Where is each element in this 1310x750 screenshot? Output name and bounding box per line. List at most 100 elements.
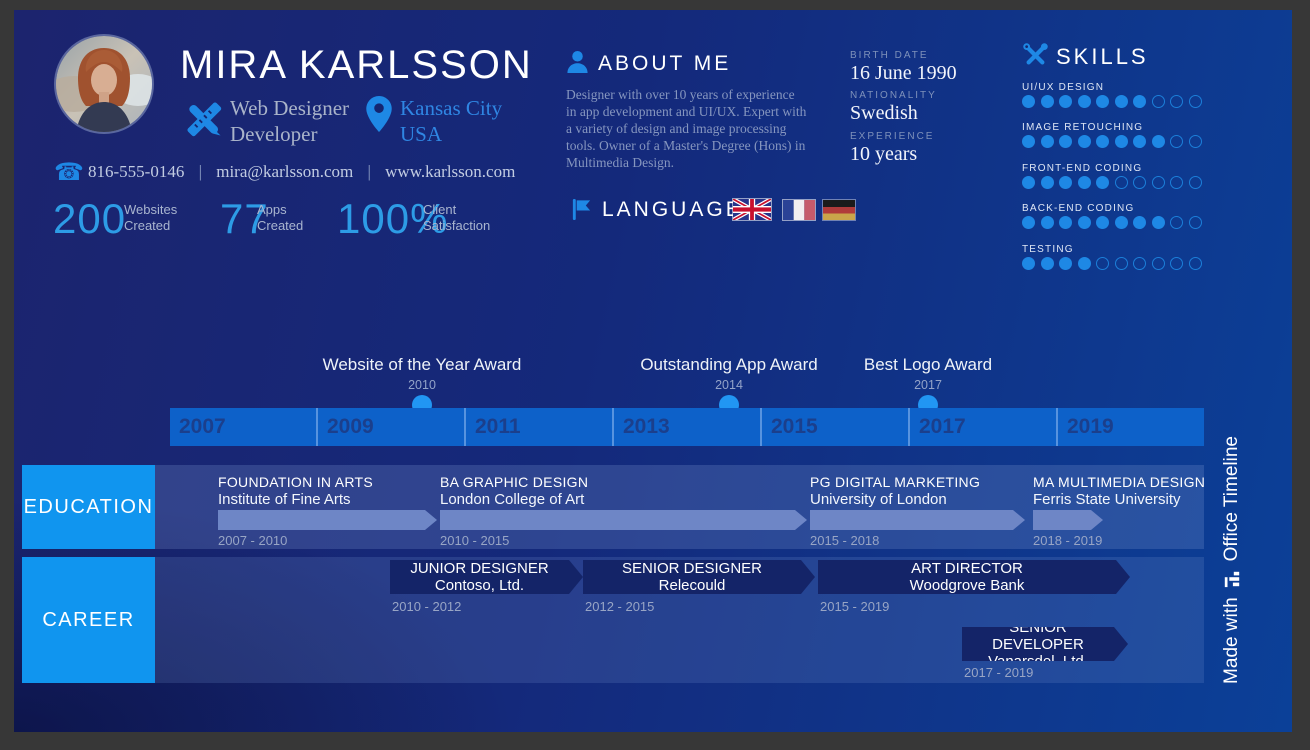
- career-dates: 2015 - 2019: [820, 599, 889, 614]
- location-pin-icon: [366, 96, 392, 132]
- skill-dot-filled: [1096, 135, 1109, 148]
- nationality-value: Swedish: [850, 102, 918, 125]
- skill-dot-filled: [1133, 135, 1146, 148]
- skill-dot-empty: [1189, 216, 1202, 229]
- skill-dot-empty: [1096, 257, 1109, 270]
- stat-satisfaction-label: Client: [423, 202, 490, 218]
- role-line-1: Web Designer: [230, 95, 349, 121]
- timeline-year: 2007: [170, 415, 226, 439]
- timeline-year: 2009: [318, 415, 374, 439]
- birth-date-label: BIRTH DATE: [850, 50, 929, 61]
- tools-icon: [1022, 42, 1049, 69]
- skill-dot-filled: [1022, 216, 1035, 229]
- skill-dot-empty: [1170, 216, 1183, 229]
- career-dates: 2012 - 2015: [585, 599, 654, 614]
- career-title: SENIOR DESIGNER: [583, 560, 801, 577]
- education-bar: [218, 510, 437, 530]
- skill-dot-empty: [1170, 176, 1183, 189]
- skill-dot-filled: [1078, 176, 1091, 189]
- skill-dot-filled: [1041, 176, 1054, 189]
- milestone-title: Best Logo Award: [864, 355, 992, 375]
- education-bar: [1033, 510, 1103, 530]
- skill-dot-empty: [1152, 257, 1165, 270]
- education-label: EDUCATION: [22, 465, 155, 549]
- about-me-text: Designer with over 10 years of experienc…: [566, 86, 808, 171]
- skill-dot-empty: [1133, 176, 1146, 189]
- designer-tools-icon: [182, 97, 226, 141]
- skill-dot-filled: [1078, 216, 1091, 229]
- skill-dot-filled: [1096, 95, 1109, 108]
- career-org: Contoso, Ltd.: [390, 577, 569, 594]
- skill-dot-filled: [1041, 135, 1054, 148]
- education-dates: 2007 - 2010: [218, 533, 287, 548]
- milestone-title: Outstanding App Award: [640, 355, 817, 375]
- skill-dot-empty: [1170, 257, 1183, 270]
- timeline-axis: 2007 2009 2011 2013 2015 2017 2019: [170, 408, 1204, 446]
- product-name: Office Timeline: [1221, 436, 1243, 561]
- location-line-1: Kansas City: [400, 95, 502, 121]
- milestone-year: 2017: [914, 378, 942, 392]
- education-title: MA MULTIMEDIA DESIGN: [1033, 474, 1205, 490]
- skill-dot-filled: [1022, 95, 1035, 108]
- skill-dot-empty: [1170, 95, 1183, 108]
- timeline-year: 2013: [614, 415, 670, 439]
- skills-title: SKILLS: [1056, 44, 1149, 70]
- skill-dot-filled: [1041, 257, 1054, 270]
- portrait-photo: [56, 36, 152, 132]
- skill-dot-filled: [1133, 95, 1146, 108]
- skill-dot-filled: [1133, 216, 1146, 229]
- career-title: ART DIRECTOR: [818, 560, 1116, 577]
- career-label: CAREER: [22, 557, 155, 683]
- nationality-label: NATIONALITY: [850, 90, 937, 101]
- skill-dot-empty: [1152, 95, 1165, 108]
- skill-dot-filled: [1115, 95, 1128, 108]
- germany-flag: [823, 200, 855, 220]
- skill-rating: [1022, 95, 1202, 108]
- education-org: London College of Art: [440, 491, 584, 508]
- resume-slide: MIRA KARLSSON Web Designer Developer: [14, 10, 1292, 732]
- education-bar: [810, 510, 1025, 530]
- education-title: BA GRAPHIC DESIGN: [440, 474, 588, 490]
- skill-label: IMAGE RETOUCHING: [1022, 122, 1143, 133]
- stat-websites-label: Websites: [124, 202, 177, 218]
- made-with-branding: Made with Office Timeline: [1217, 440, 1247, 680]
- skill-dot-filled: [1059, 135, 1072, 148]
- skill-dot-filled: [1115, 216, 1128, 229]
- skill-dot-filled: [1059, 257, 1072, 270]
- phone-icon: ☎: [54, 158, 84, 186]
- career-bar: SENIOR DESIGNER Relecould: [583, 560, 815, 594]
- career-bar: SENIOR DEVELOPER Vanarsdel, Ltd.: [962, 627, 1128, 661]
- education-org: University of London: [810, 491, 947, 508]
- skill-dot-filled: [1041, 216, 1054, 229]
- skill-dot-empty: [1133, 257, 1146, 270]
- education-dates: 2015 - 2018: [810, 533, 879, 548]
- education-org: Ferris State University: [1033, 491, 1181, 508]
- career-bar: ART DIRECTOR Woodgrove Bank: [818, 560, 1130, 594]
- office-timeline-icon: [1223, 570, 1241, 588]
- skill-rating: [1022, 176, 1202, 189]
- education-title: FOUNDATION IN ARTS: [218, 474, 373, 490]
- flag-icon: [570, 198, 593, 221]
- skill-dot-filled: [1022, 257, 1035, 270]
- education-band: [22, 465, 1204, 549]
- phone-number: 816-555-0146: [88, 162, 184, 181]
- timeline-year: 2011: [466, 415, 521, 439]
- career-dates: 2010 - 2012: [392, 599, 461, 614]
- contact-row: 816-555-0146 | mira@karlsson.com | www.k…: [88, 162, 515, 182]
- uk-flag: [733, 199, 771, 220]
- skill-dot-filled: [1115, 135, 1128, 148]
- separator: |: [357, 162, 380, 181]
- skill-dot-filled: [1078, 95, 1091, 108]
- milestone-year: 2010: [408, 378, 436, 392]
- career-dates: 2017 - 2019: [964, 665, 1033, 680]
- career-bar: JUNIOR DESIGNER Contoso, Ltd.: [390, 560, 583, 594]
- experience-label: EXPERIENCE: [850, 131, 934, 142]
- skill-dot-empty: [1189, 257, 1202, 270]
- made-with-text: Made with: [1221, 597, 1243, 684]
- website: www.karlsson.com: [385, 162, 515, 181]
- skill-dot-filled: [1096, 176, 1109, 189]
- education-bar: [440, 510, 807, 530]
- milestone-year: 2014: [715, 378, 743, 392]
- person-icon: [566, 50, 589, 73]
- email: mira@karlsson.com: [216, 162, 353, 181]
